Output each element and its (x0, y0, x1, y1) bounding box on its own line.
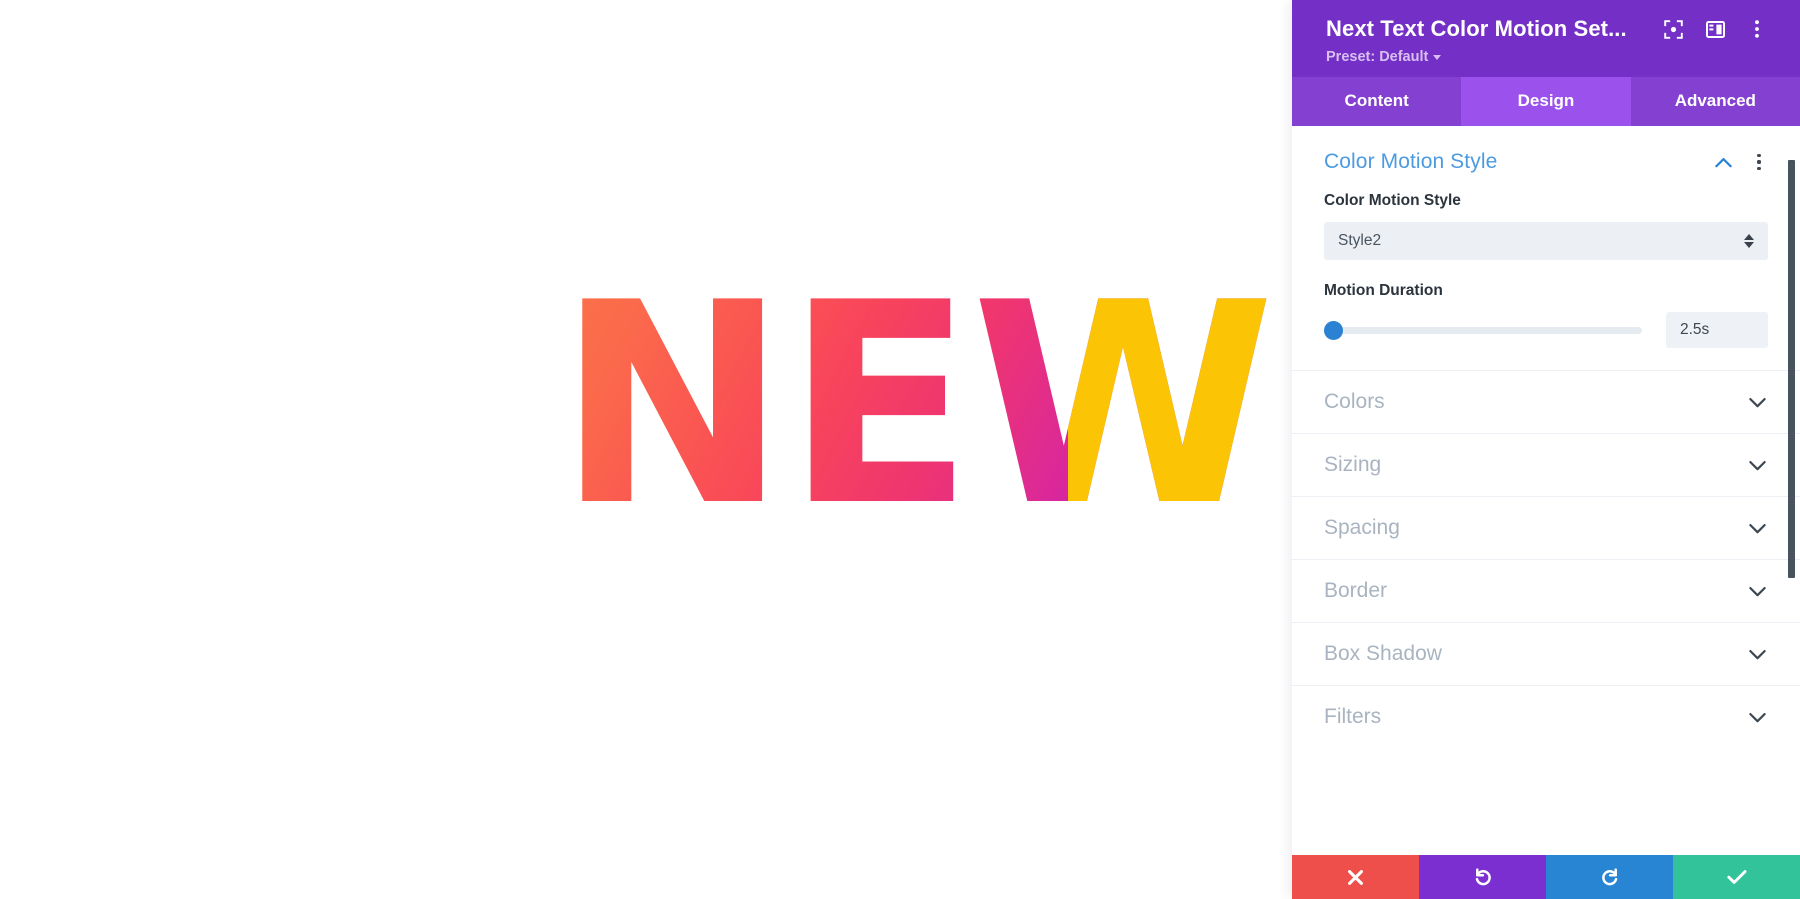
accordion-label: Filters (1324, 705, 1382, 728)
hero-text-color-motion-overlay: NEW (1068, 296, 1277, 514)
tab-advanced[interactable]: Advanced (1630, 77, 1800, 126)
group-options-icon[interactable] (1750, 154, 1768, 170)
tab-content[interactable]: Content (1292, 77, 1462, 126)
motion-duration-value-input[interactable]: 2.5s (1666, 312, 1768, 348)
save-button[interactable] (1673, 855, 1800, 899)
slider-track (1324, 326, 1642, 334)
group-header[interactable]: Color Motion Style (1324, 126, 1768, 192)
preset-label: Preset: Default (1326, 49, 1429, 65)
chevron-down-icon[interactable] (1746, 391, 1768, 413)
field-color-motion-style: Color Motion Style Style2 (1324, 192, 1768, 282)
app-root: NEW NEW Next Text Color Motion Set... (0, 0, 1800, 899)
chevron-down-icon[interactable] (1746, 454, 1768, 476)
hero-text-module[interactable]: NEW NEW (557, 266, 1277, 544)
accordion-sizing[interactable]: Sizing (1292, 433, 1800, 496)
group-color-motion-style: Color Motion Style Color Motion Style St… (1292, 126, 1800, 370)
hero-text-overlay: NEW (1068, 296, 1275, 514)
field-label: Motion Duration (1324, 282, 1443, 299)
accordion-filters[interactable]: Filters (1292, 685, 1800, 748)
more-options-icon[interactable] (1736, 14, 1778, 44)
focus-icon[interactable] (1652, 14, 1694, 44)
panel-action-bar (1292, 855, 1800, 899)
panel-scrollbar-thumb[interactable] (1788, 160, 1795, 578)
slider-thumb[interactable] (1324, 320, 1343, 340)
panel-tabs: Content Design Advanced (1292, 77, 1800, 126)
cancel-button[interactable] (1292, 855, 1419, 899)
module-settings-panel: Next Text Color Motion Set... Preset: De… (1292, 0, 1800, 899)
accordion-border[interactable]: Border (1292, 559, 1800, 622)
redo-icon (1601, 868, 1617, 886)
chevron-up-icon[interactable] (1712, 151, 1734, 173)
editor-canvas[interactable]: NEW NEW (0, 0, 1292, 899)
accordion-label: Border (1324, 579, 1388, 602)
field-motion-duration: Motion Duration 2.5s (1324, 282, 1768, 370)
panel-header: Next Text Color Motion Set... Preset: De… (1292, 0, 1800, 77)
field-label: Color Motion Style (1324, 192, 1461, 209)
accordion-label: Colors (1324, 390, 1385, 413)
select-value: Style2 (1338, 232, 1382, 249)
chevron-down-icon (1433, 54, 1442, 60)
accordion-spacing[interactable]: Spacing (1292, 496, 1800, 559)
preset-selector[interactable]: Preset: Default (1326, 49, 1778, 65)
redo-button[interactable] (1546, 855, 1673, 899)
motion-duration-slider[interactable] (1324, 316, 1666, 344)
close-icon (1348, 869, 1363, 885)
chevron-down-icon[interactable] (1746, 643, 1768, 665)
undo-button[interactable] (1419, 855, 1546, 899)
check-icon (1726, 870, 1746, 884)
group-title: Color Motion Style (1324, 150, 1498, 173)
accordion-label: Spacing (1324, 516, 1400, 539)
tab-design[interactable]: Design (1461, 77, 1631, 126)
chevron-down-icon[interactable] (1746, 517, 1768, 539)
accordion-label: Sizing (1324, 453, 1382, 476)
panel-title: Next Text Color Motion Set... (1326, 16, 1627, 41)
select-spinner-icon (1744, 234, 1754, 248)
chevron-down-icon[interactable] (1746, 706, 1768, 728)
accordion-colors[interactable]: Colors (1292, 370, 1800, 433)
chevron-down-icon[interactable] (1746, 580, 1768, 602)
color-motion-style-select[interactable]: Style2 (1324, 222, 1768, 260)
accordion-box-shadow[interactable]: Box Shadow (1292, 622, 1800, 685)
layout-panel-icon[interactable] (1694, 14, 1736, 44)
undo-icon (1475, 868, 1491, 886)
panel-scroll-area[interactable]: Color Motion Style Color Motion Style St… (1292, 126, 1800, 855)
accordion-label: Box Shadow (1324, 642, 1442, 665)
